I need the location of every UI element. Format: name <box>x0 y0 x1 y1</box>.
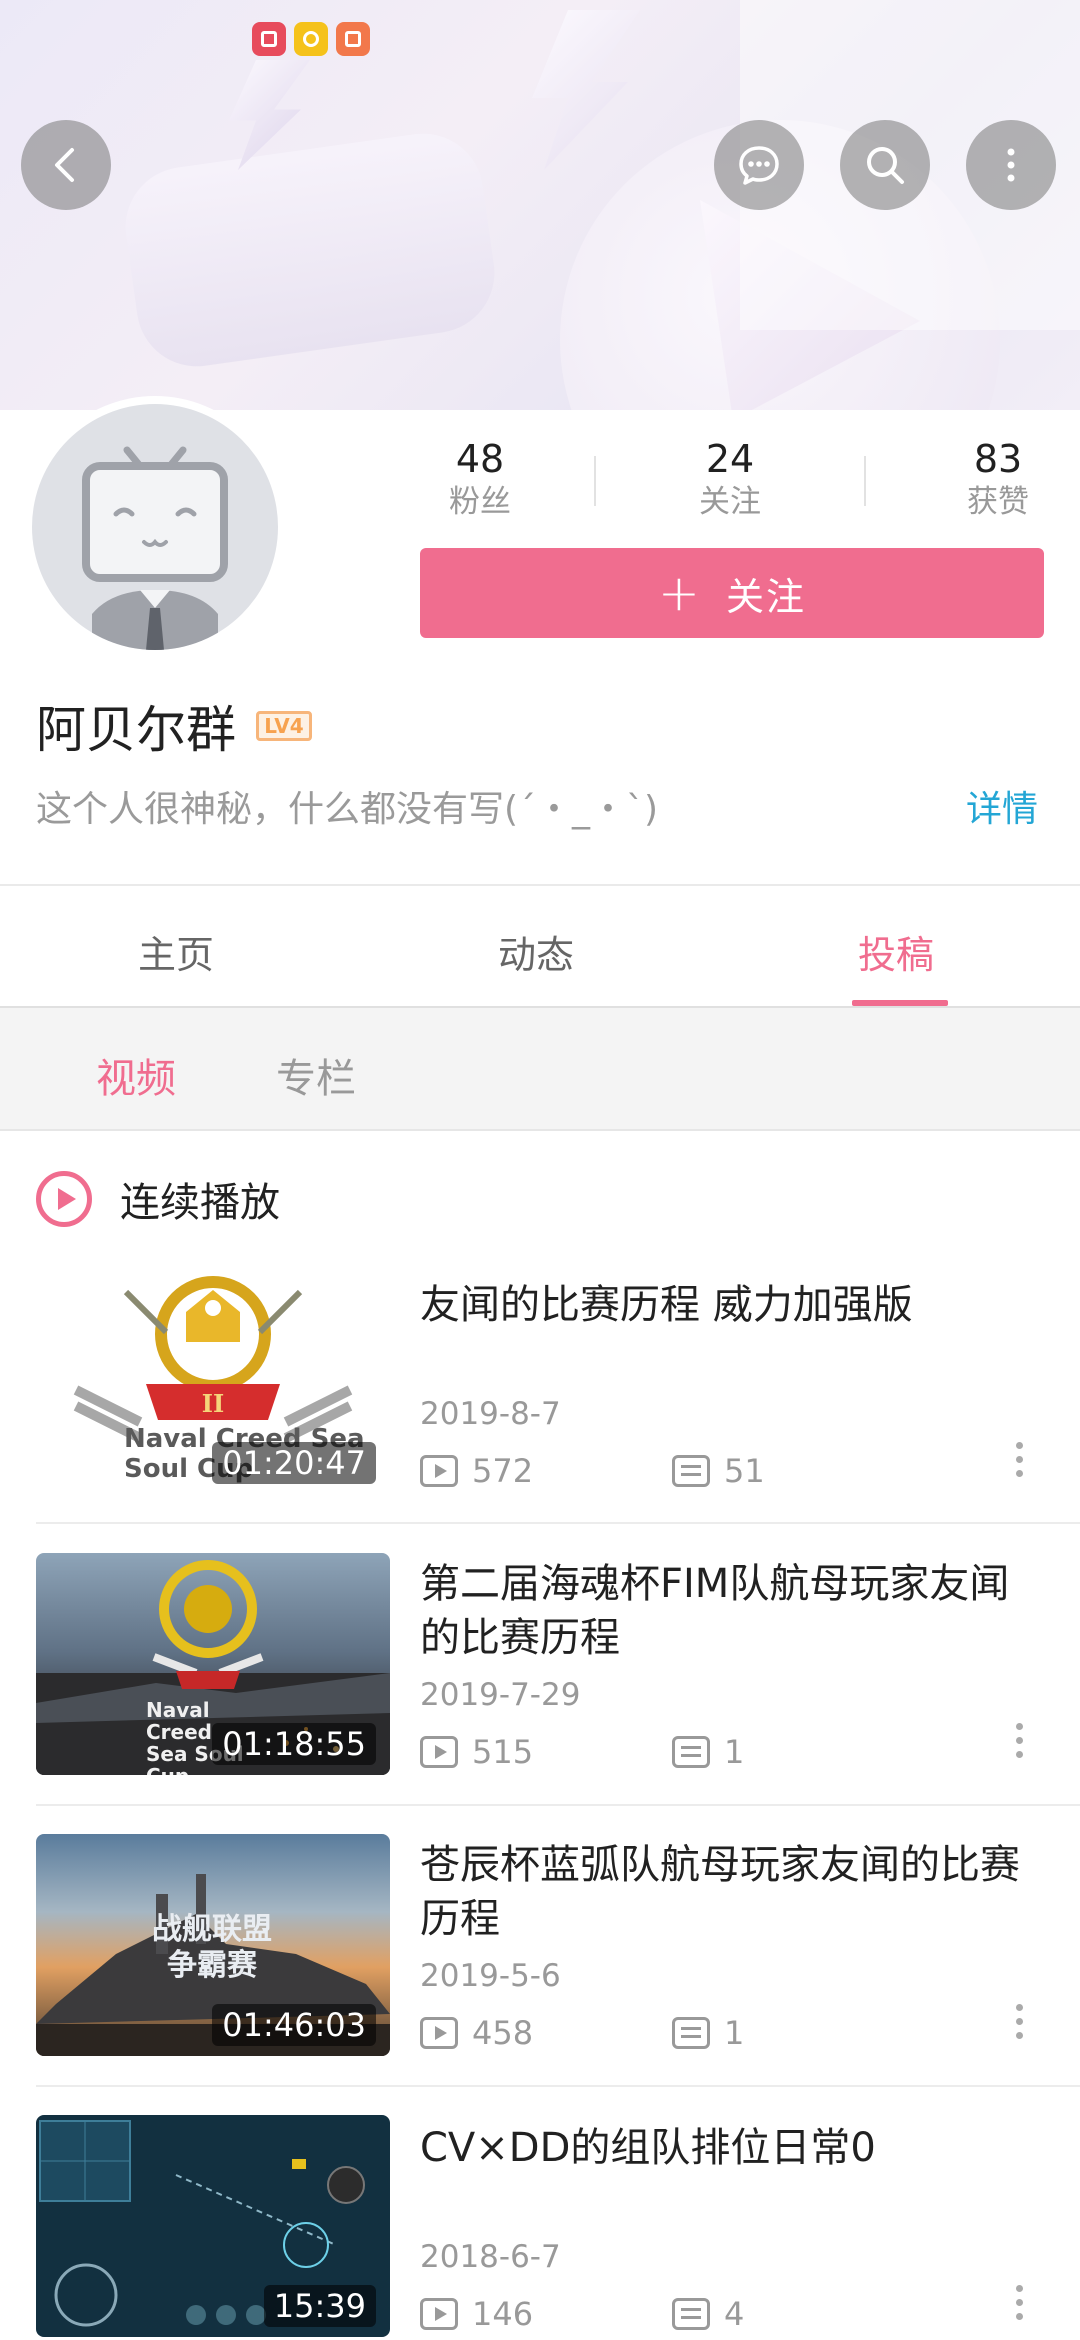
video-stats: 146 4 <box>420 2295 744 2333</box>
tab-uploads[interactable]: 投稿 <box>858 924 934 979</box>
play-count-icon <box>420 1736 458 1768</box>
play-circle-icon <box>36 1171 92 1227</box>
subtab-videos[interactable]: 视频 <box>96 1046 176 1104</box>
likes-stat[interactable]: 83 获赞 <box>938 436 1058 522</box>
video-title: CV×DD的组队排位日常0 <box>420 2125 876 2171</box>
tab-activity[interactable]: 动态 <box>498 924 574 979</box>
video-stats: 572 51 <box>420 1452 765 1490</box>
avatar[interactable] <box>24 396 286 658</box>
search-button[interactable] <box>840 120 930 210</box>
divider <box>36 1522 1080 1524</box>
autoplay-button[interactable]: 连续播放 <box>36 1170 280 1228</box>
tv-mascot-icon <box>82 446 228 650</box>
profile-tabs: 主页 动态 投稿 <box>0 886 1080 1006</box>
comment-count: 51 <box>724 1452 765 1490</box>
comment-count: 4 <box>724 2295 745 2333</box>
autoplay-label: 连续播放 <box>120 1180 280 1226</box>
stat-divider <box>594 456 596 506</box>
play-count-icon <box>420 2298 458 2330</box>
comment-icon <box>672 2298 710 2330</box>
bio-text: 这个人很神秘，什么都没有写(´・_・`) <box>36 789 659 830</box>
upload-subtabs: 视频 专栏 <box>0 1008 1080 1130</box>
comment-count: 1 <box>724 2014 745 2052</box>
more-vertical-icon <box>1007 148 1015 182</box>
following-stat[interactable]: 24 关注 <box>670 436 790 522</box>
profile-stats: 48 粉丝 24 关注 83 获赞 <box>420 436 1080 526</box>
video-date: 2019-7-29 <box>420 1677 581 1713</box>
subtab-articles[interactable]: 专栏 <box>276 1046 356 1104</box>
follow-button[interactable]: + 关注 <box>420 548 1044 638</box>
comment-count: 1 <box>724 1733 745 1771</box>
video-stats: 458 1 <box>420 2014 744 2052</box>
more-vertical-icon[interactable] <box>1012 1442 1026 1477</box>
search-icon <box>867 147 904 184</box>
video-item[interactable]: 15:39 CV×DD的组队排位日常0 2018-6-7 146 4 <box>0 2115 1080 2340</box>
following-count: 24 <box>705 437 755 481</box>
divider <box>36 2085 1080 2087</box>
following-label: 关注 <box>699 484 761 520</box>
video-title: 第二届海魂杯FIM队航母玩家友闻的比赛历程 <box>420 1561 1010 1661</box>
play-count-icon <box>420 1455 458 1487</box>
message-button[interactable] <box>714 120 804 210</box>
comment-icon <box>672 1736 710 1768</box>
profile-banner <box>0 0 1080 410</box>
fans-label: 粉丝 <box>449 484 511 520</box>
likes-label: 获赞 <box>967 484 1029 520</box>
video-item[interactable]: II Naval Creed Sea Soul Cup 01:20:47 友闻的… <box>0 1272 1080 1554</box>
likes-count: 83 <box>973 437 1023 481</box>
heart-icon <box>336 22 370 56</box>
more-vertical-icon[interactable] <box>1012 2004 1026 2039</box>
back-button[interactable] <box>21 120 111 210</box>
more-vertical-icon[interactable] <box>1012 2285 1026 2320</box>
video-date: 2019-5-6 <box>420 1958 561 1994</box>
play-count-icon <box>420 2017 458 2049</box>
video-thumbnail[interactable]: 15:39 <box>36 2115 390 2337</box>
view-count: 146 <box>472 2295 534 2333</box>
username: 阿贝尔群 <box>36 701 236 759</box>
video-title: 苍辰杯蓝弧队航母玩家友闻的比赛历程 <box>420 1842 1020 1942</box>
fans-count: 48 <box>455 437 505 481</box>
level-badge: LV4 <box>256 711 312 741</box>
plus-icon: + <box>658 564 702 622</box>
status-bar-icons <box>252 22 370 56</box>
video-title: 友闻的比赛历程 威力加强版 <box>420 1282 913 1328</box>
video-duration: 01:20:47 <box>212 1442 376 1484</box>
video-thumbnail[interactable]: Naval Creed Sea Soul Cup 01:18:55 <box>36 1553 390 1775</box>
view-count: 515 <box>472 1733 534 1771</box>
book-icon <box>252 22 286 56</box>
tab-home[interactable]: 主页 <box>138 924 214 979</box>
more-vertical-icon[interactable] <box>1012 1723 1026 1758</box>
divider <box>0 1129 1080 1131</box>
circle-icon <box>294 22 328 56</box>
video-date: 2018-6-7 <box>420 2239 561 2275</box>
comment-icon <box>672 1455 710 1487</box>
details-link[interactable]: 详情 <box>966 780 1038 832</box>
stat-divider <box>864 456 866 506</box>
svg-text:II: II <box>202 1389 224 1418</box>
video-item[interactable]: 战舰联盟 争霸赛 01:46:03 苍辰杯蓝弧队航母玩家友闻的比赛历程 2019… <box>0 1834 1080 2116</box>
view-count: 572 <box>472 1452 534 1490</box>
video-thumbnail[interactable]: 战舰联盟 争霸赛 01:46:03 <box>36 1834 390 2056</box>
back-arrow-icon <box>55 148 74 182</box>
view-count: 458 <box>472 2014 534 2052</box>
video-item[interactable]: Naval Creed Sea Soul Cup 01:18:55 第二届海魂杯… <box>0 1553 1080 1835</box>
video-date: 2019-8-7 <box>420 1396 561 1432</box>
video-duration: 01:46:03 <box>212 2004 376 2046</box>
video-duration: 01:18:55 <box>212 1723 376 1765</box>
video-duration: 15:39 <box>263 2285 376 2327</box>
comment-icon <box>672 2017 710 2049</box>
follow-label: 关注 <box>725 574 806 619</box>
more-button[interactable] <box>966 120 1056 210</box>
divider <box>36 1804 1080 1806</box>
video-stats: 515 1 <box>420 1733 744 1771</box>
thumbnail-caption: 战舰联盟 争霸赛 <box>152 1912 272 1983</box>
fans-stat[interactable]: 48 粉丝 <box>420 436 540 522</box>
message-icon <box>739 146 779 185</box>
video-thumbnail[interactable]: II Naval Creed Sea Soul Cup 01:20:47 <box>36 1272 390 1494</box>
name-row: 阿贝尔群 LV4 <box>36 690 312 762</box>
